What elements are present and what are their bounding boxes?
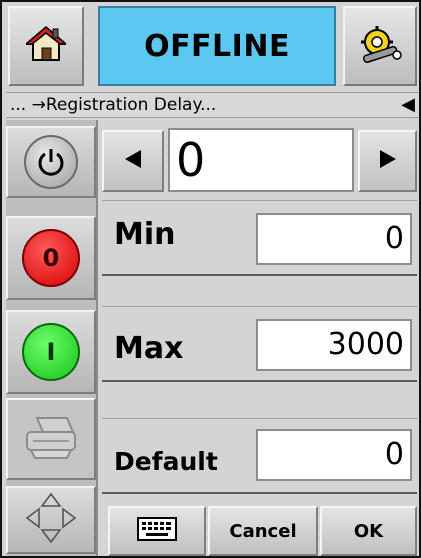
breadcrumb-path: ... →Registration Delay... (10, 95, 217, 115)
keyboard-icon (137, 516, 177, 546)
navigation-button[interactable] (6, 486, 96, 554)
default-label: Default (114, 447, 218, 476)
directional-arrows-icon (23, 490, 79, 551)
parameter-editor: 0 Min 0 Max 3000 Default 0 (100, 120, 419, 504)
default-row: Default 0 (102, 418, 417, 494)
left-arrow-icon (122, 148, 144, 175)
status-display: OFFLINE (98, 6, 336, 86)
increment-button[interactable] (358, 130, 417, 192)
bottom-toolbar: Cancel OK (100, 506, 419, 556)
max-row: Max 3000 (102, 306, 417, 382)
settings-button[interactable] (343, 6, 417, 86)
power-icon (24, 135, 78, 189)
default-value-field: 0 (256, 429, 412, 481)
min-value-field: 0 (256, 213, 412, 265)
breadcrumb: ... →Registration Delay... ◀ (6, 92, 419, 118)
home-button[interactable] (8, 6, 84, 86)
home-icon (23, 24, 69, 69)
start-button[interactable]: I (6, 310, 96, 394)
min-row: Min 0 (102, 200, 417, 276)
app-frame: OFFLINE ... →Registration Delay... ◀ 0 I… (0, 0, 421, 558)
cancel-button[interactable]: Cancel (208, 506, 318, 556)
min-label: Min (114, 217, 176, 252)
max-value-field: 3000 (256, 319, 412, 371)
stop-icon: 0 (22, 229, 80, 287)
value-input[interactable]: 0 (168, 128, 354, 192)
stop-button[interactable]: 0 (6, 216, 96, 300)
start-icon: I (22, 323, 80, 381)
right-arrow-icon (377, 148, 399, 175)
print-button[interactable] (6, 398, 96, 480)
settings-wrench-icon (357, 24, 403, 69)
decrement-button[interactable] (102, 130, 164, 192)
breadcrumb-back-arrow-icon[interactable]: ◀ (401, 95, 415, 115)
printer-icon (23, 414, 79, 465)
max-label: Max (114, 331, 184, 366)
keyboard-button[interactable] (108, 506, 206, 556)
side-control-panel: 0 I (6, 120, 98, 556)
ok-button[interactable]: OK (320, 506, 417, 556)
power-button[interactable] (6, 126, 96, 198)
